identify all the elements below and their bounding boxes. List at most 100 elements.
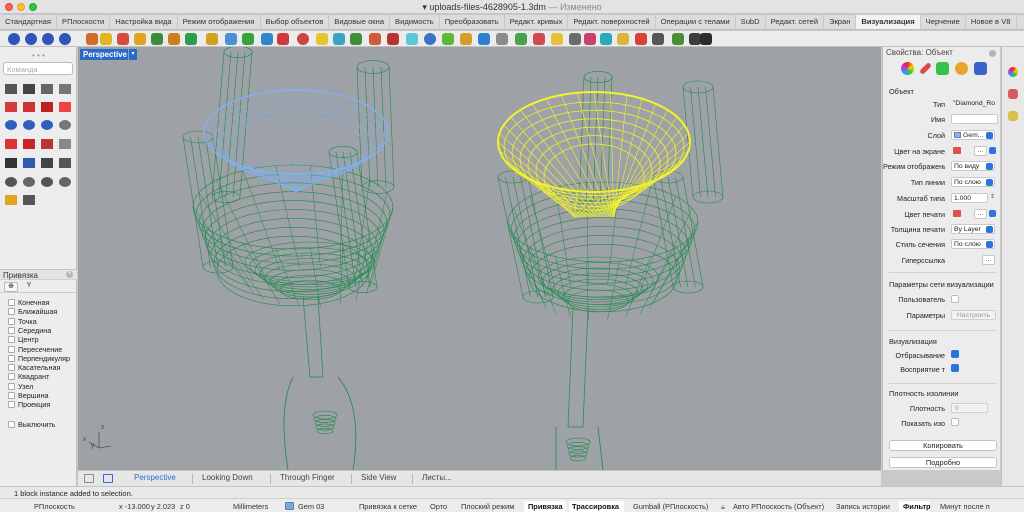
background-icon[interactable]	[406, 33, 418, 45]
car-render-2-icon[interactable]	[23, 139, 35, 149]
texture-icon[interactable]	[297, 33, 309, 45]
display-color-more-button[interactable]: ...	[974, 146, 987, 156]
tab-item[interactable]: Визуализация	[856, 15, 921, 29]
show-isocurves-checkbox[interactable]	[951, 418, 959, 426]
raytrace-icon[interactable]	[551, 33, 563, 45]
tab-item[interactable]: Настройка вида	[110, 15, 178, 29]
plane-top-icon[interactable]	[41, 158, 53, 168]
skylight-icon[interactable]	[261, 33, 273, 45]
environment-icon[interactable]	[225, 33, 237, 45]
car-material-icon[interactable]	[23, 102, 35, 112]
lens-flare-icon[interactable]	[424, 33, 436, 45]
spotlight-icon[interactable]	[86, 33, 98, 45]
filter-toggle[interactable]: Фильтр	[903, 502, 931, 511]
render-object-icon[interactable]	[974, 62, 987, 75]
car-blue-icon[interactable]	[41, 102, 53, 112]
viewport-tab[interactable]: Perspective	[134, 473, 176, 482]
sphere-blue-icon[interactable]	[25, 33, 37, 45]
panel-grip-icon[interactable]: • • •	[32, 51, 45, 60]
display-mode-select[interactable]: По виду	[951, 161, 995, 171]
filter-icon[interactable]: Y	[22, 282, 36, 292]
tab-item[interactable]: Черчение	[921, 15, 966, 29]
smarttrack-toggle[interactable]: Трассировка	[572, 502, 619, 511]
tab-item[interactable]: Режим отображения	[178, 15, 261, 29]
tab-item[interactable]: Редакт. сетей	[766, 15, 824, 29]
point-light-icon[interactable]	[100, 33, 112, 45]
rotate-icon[interactable]	[23, 195, 35, 205]
viewport-tab[interactable]: Листы...	[422, 473, 452, 482]
osnap-checkbox[interactable]	[8, 392, 15, 399]
tab-item[interactable]: Редакт. кривых	[505, 15, 569, 29]
transform-icon[interactable]	[59, 84, 71, 94]
osnap-checkbox[interactable]	[8, 364, 15, 372]
sphere-1-icon[interactable]	[5, 120, 17, 130]
render-start-icon[interactable]	[515, 33, 527, 45]
osnap-checkbox[interactable]	[8, 401, 15, 409]
tab-item[interactable]: РПлоскости	[57, 15, 111, 29]
glow-icon[interactable]	[442, 33, 454, 45]
section-style-select[interactable]: По слою	[951, 239, 995, 249]
properties-icon[interactable]	[1008, 67, 1018, 77]
material-brush-icon[interactable]	[919, 62, 932, 75]
auto-cplane-toggle[interactable]: Авто РПлоскость (Объект)	[733, 502, 824, 511]
osnap-disable-checkbox[interactable]	[8, 421, 15, 428]
print-width-select[interactable]: By Layer	[951, 224, 995, 234]
linetype-select[interactable]: По слою	[951, 177, 995, 187]
osnap-checkbox[interactable]	[8, 354, 15, 362]
linetype-scale-field[interactable]: 1.000	[951, 193, 988, 203]
cplane-indicator[interactable]: РПлоскость	[34, 502, 75, 511]
copy-button[interactable]: Копировать	[889, 440, 997, 451]
cube-icon[interactable]	[652, 33, 664, 45]
sphere-metal-icon[interactable]	[42, 33, 54, 45]
texture-mapping-icon[interactable]	[936, 62, 949, 75]
tab-item[interactable]: Новое в V8	[966, 15, 1017, 29]
close-icon[interactable]	[989, 50, 996, 57]
osnap-checkbox[interactable]	[8, 299, 15, 306]
osnap-checkbox[interactable]	[8, 345, 15, 353]
tab-item[interactable]: Операции с телами	[656, 15, 736, 29]
print-color-more-button[interactable]: ...	[974, 209, 987, 219]
tab-item[interactable]: Стандартная	[0, 15, 58, 29]
render-mesh-icon[interactable]	[350, 33, 362, 45]
post-effects-icon[interactable]	[569, 33, 581, 45]
osnap-item[interactable]: Середина	[8, 326, 51, 335]
linear-light-icon[interactable]	[134, 33, 146, 45]
gumball-toggle[interactable]: Gumball (РПлоскость)	[633, 502, 708, 511]
osnap-checkbox[interactable]	[8, 326, 15, 334]
color-wheel-icon[interactable]	[901, 62, 914, 75]
decal-icon[interactable]	[316, 33, 328, 45]
stop-icon[interactable]	[672, 33, 684, 45]
camera-icon[interactable]	[478, 33, 490, 45]
sphere-render-icon[interactable]	[8, 33, 20, 45]
car-render-icon[interactable]	[5, 102, 17, 112]
osnap-item[interactable]: Центр	[8, 335, 39, 344]
layer-select[interactable]: Gem...	[951, 130, 995, 140]
dome-light-icon[interactable]	[59, 139, 71, 149]
stepper-icon[interactable]: ⇕	[990, 193, 995, 200]
zoom-icon[interactable]	[59, 177, 71, 187]
ground-plane-icon[interactable]	[242, 33, 254, 45]
grid-snap-toggle[interactable]: Привязка к сетке	[359, 502, 417, 511]
plane-icon[interactable]	[5, 158, 17, 168]
select-point-icon[interactable]	[5, 84, 17, 94]
tab-item[interactable]: Видимость	[390, 15, 440, 29]
viewport-menu-button[interactable]: ▾	[128, 49, 137, 60]
dir-light-icon[interactable]	[41, 177, 53, 187]
directional-light-icon[interactable]	[117, 33, 129, 45]
viewport-tab[interactable]: Side View	[361, 473, 396, 482]
materials-icon[interactable]	[1008, 111, 1018, 121]
tab-item[interactable]: Преобразовать	[440, 15, 505, 29]
viewport-tab[interactable]: Through Finger	[280, 473, 335, 482]
osnap-item[interactable]: Касательная	[8, 363, 60, 372]
mesh-configure-button[interactable]: Настроить	[951, 310, 996, 320]
osnap-item[interactable]: Узел	[8, 382, 33, 391]
sphere-glass-icon[interactable]	[59, 33, 71, 45]
frame-icon[interactable]	[600, 33, 612, 45]
layers-icon[interactable]	[1008, 89, 1018, 99]
decal-icon[interactable]	[955, 62, 968, 75]
command-input[interactable]: Команда	[3, 62, 73, 75]
render-window-icon[interactable]	[369, 33, 381, 45]
grid-layout-icon[interactable]	[84, 474, 94, 483]
car-window-icon[interactable]	[59, 102, 71, 112]
osnap-tab-icon[interactable]: ⊕	[4, 282, 18, 292]
